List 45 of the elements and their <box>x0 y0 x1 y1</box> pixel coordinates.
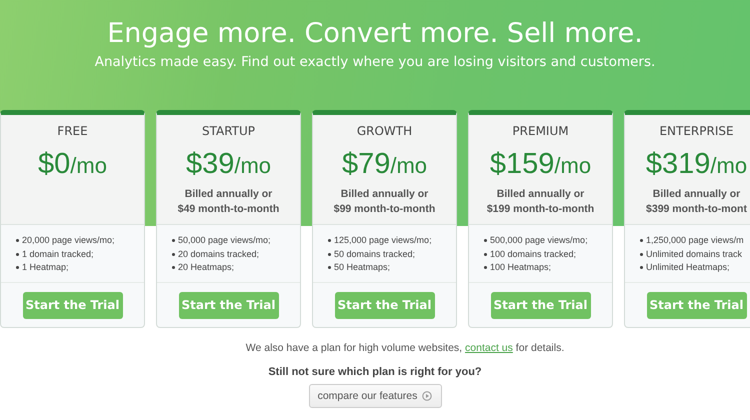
plan-price: $0/mo <box>37 147 108 182</box>
hero-title: Engage more. Convert more. Sell more. <box>106 17 644 51</box>
feature-item: 50 domains tracked; <box>328 248 456 261</box>
billing-note: Billed annually or <box>652 187 742 202</box>
feature-item: 100 domains tracked; <box>484 248 612 261</box>
start-trial-button[interactable]: Start the Trial <box>178 292 278 318</box>
billing-note: Billed annually or <box>340 187 430 202</box>
start-trial-button[interactable]: Start the Trial <box>646 292 746 318</box>
feature-item: 1 domain tracked; <box>16 248 144 261</box>
billing-note: $99 month-to-month <box>332 202 436 217</box>
feature-item: 500,000 page views/mo; <box>484 234 612 248</box>
start-trial-button[interactable]: Start the Trial <box>22 292 122 318</box>
question-text: Still not sure which plan is right for you? <box>267 366 483 378</box>
plan-price: $319/mo <box>644 147 748 182</box>
billing-note: Billed annually or <box>184 187 274 202</box>
billing-note: $199 month-to-month <box>486 202 596 217</box>
plan-name: GROWTH <box>356 123 414 139</box>
feature-item: 1,250,000 page views/m <box>640 234 750 248</box>
plan-name: STARTUP <box>200 123 256 139</box>
feature-item: 50,000 page views/mo; <box>172 234 300 248</box>
contact-link[interactable]: contact us <box>465 342 513 354</box>
feature-item: Unlimited domains track <box>640 248 750 261</box>
start-trial-button[interactable]: Start the Trial <box>334 292 434 318</box>
feature-item: Unlimited Heatmaps; <box>640 261 750 274</box>
plan-name: ENTERPRISE <box>658 123 735 139</box>
start-trial-button[interactable]: Start the Trial <box>490 292 590 318</box>
compare-features-button[interactable]: compare our features <box>308 384 442 408</box>
billing-note: $399 month-to-mont <box>645 202 748 217</box>
feature-item: 50 Heatmaps; <box>328 261 456 274</box>
play-circle-icon <box>422 391 432 401</box>
feature-item: 20,000 page views/mo; <box>16 234 144 248</box>
billing-note: Billed annually or <box>496 187 586 202</box>
feature-item: 1 Heatmap; <box>16 261 144 274</box>
contact-note: We also have a plan for high volume websites, contact us for details. <box>244 342 566 354</box>
billing-note: $49 month-to-month <box>176 202 280 217</box>
plan-price: $79/mo <box>340 147 428 182</box>
feature-item: 125,000 page views/mo; <box>328 234 456 248</box>
plan-name: PREMIUM <box>511 123 570 139</box>
hero-subtitle: Analytics made easy. Find out exactly where you are losing visitors and customers. <box>94 53 656 71</box>
feature-item: 20 domains tracked; <box>172 248 300 261</box>
feature-item: 20 Heatmaps; <box>172 261 300 274</box>
plan-price: $159/mo <box>488 147 592 182</box>
plan-price: $39/mo <box>184 147 272 182</box>
plan-name: FREE <box>56 123 89 139</box>
feature-item: 100 Heatmaps; <box>484 261 612 274</box>
